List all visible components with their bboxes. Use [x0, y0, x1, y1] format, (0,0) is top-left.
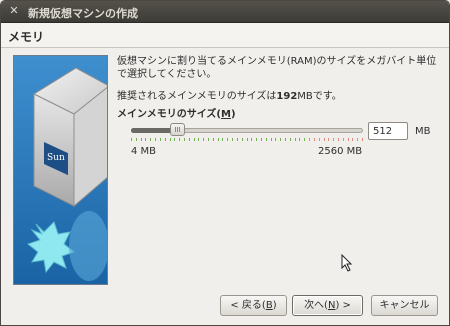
slider-tick — [203, 138, 204, 141]
close-icon[interactable]: ✕ — [7, 4, 21, 18]
slider-tick — [362, 138, 363, 141]
slider-tick — [348, 138, 349, 141]
back-button-key: B — [265, 300, 273, 311]
slider-tick — [261, 138, 262, 141]
text-cursor-icon — [341, 254, 353, 272]
window-title: 新規仮想マシンの作成 — [28, 7, 138, 20]
page-title: メモリ — [8, 30, 45, 44]
slider-tick — [174, 138, 175, 141]
slider-tick — [232, 138, 233, 141]
slider-tick — [165, 138, 166, 141]
back-button[interactable]: < 戻る(B) — [220, 295, 287, 316]
recommendation-value: 192 — [276, 91, 298, 102]
next-button-end: ) > — [335, 300, 351, 311]
recommendation-suffix: MBです。 — [297, 91, 342, 102]
slider-tick — [131, 138, 132, 141]
slider-tick — [328, 138, 329, 141]
slider-tick — [343, 138, 344, 141]
slider-tick — [266, 138, 267, 141]
slider-min-label: 4 MB — [131, 146, 157, 157]
slider-tick — [256, 138, 257, 141]
page-header: メモリ — [1, 23, 449, 48]
back-button-text: < 戻る( — [230, 300, 266, 311]
unit-label: MB — [415, 126, 431, 137]
slider-tick — [271, 138, 272, 141]
slider-tick — [141, 138, 142, 141]
slider-tick — [275, 138, 276, 141]
slider-tick — [213, 138, 214, 141]
virtualbox-logo-image: Sun — [13, 55, 108, 285]
slider-tick — [150, 138, 151, 141]
dialog-window: ✕ 新規仮想マシンの作成 メモリ Sun 仮想マシンに割り当てるメインメモリ(R… — [0, 0, 450, 326]
slider-tick — [242, 138, 243, 141]
slider-tick — [338, 138, 339, 141]
next-button[interactable]: 次へ(N) > — [292, 295, 363, 316]
slider-tick — [170, 138, 171, 141]
slider-tick — [280, 138, 281, 141]
slider-tick — [145, 138, 146, 141]
slider-max-label: 2560 MB — [318, 146, 363, 157]
slider-tick — [324, 138, 325, 141]
slider-ticks — [131, 138, 363, 141]
recommendation-prefix: 推奨されるメインメモリのサイズは — [117, 91, 277, 102]
memory-size-label-key: M — [220, 109, 231, 120]
slider-tick — [309, 138, 310, 141]
slider-tick — [227, 138, 228, 141]
slider-tick — [299, 138, 300, 141]
slider-tick — [136, 138, 137, 141]
slider-tick — [247, 138, 248, 141]
slider-tick — [160, 138, 161, 141]
memory-slider[interactable] — [131, 123, 363, 143]
recommendation-text: 推奨されるメインメモリのサイズは192MBです。 — [117, 87, 342, 102]
slider-tick — [194, 138, 195, 141]
slider-tick — [222, 138, 223, 141]
slider-thumb[interactable] — [170, 123, 185, 136]
slider-tick — [179, 138, 180, 141]
back-button-end: ) — [272, 300, 277, 311]
memory-size-input[interactable] — [368, 122, 408, 140]
memory-size-label-text: メインメモリのサイズ( — [117, 109, 221, 120]
slider-tick — [290, 138, 291, 141]
slider-tick — [184, 138, 185, 141]
slider-tick — [352, 138, 353, 141]
next-button-text: 次へ( — [304, 300, 328, 311]
slider-tick — [237, 138, 238, 141]
slider-tick — [208, 138, 209, 141]
slider-tick — [357, 138, 358, 141]
description-text: 仮想マシンに割り当てるメインメモリ(RAM)のサイズをメガバイト単位で選択してく… — [117, 56, 437, 80]
title-bar[interactable]: ✕ 新規仮想マシンの作成 — [1, 1, 449, 23]
slider-tick — [285, 138, 286, 141]
slider-tick — [251, 138, 252, 141]
slider-tick — [319, 138, 320, 141]
slider-tick — [295, 138, 296, 141]
slider-tick — [333, 138, 334, 141]
svg-text:Sun: Sun — [47, 153, 65, 163]
slider-tick — [314, 138, 315, 141]
memory-size-label-end: ) — [230, 109, 236, 120]
slider-tick — [155, 138, 156, 141]
slider-tick — [304, 138, 305, 141]
slider-tick — [198, 138, 199, 141]
slider-tick — [218, 138, 219, 141]
memory-size-label: メインメモリのサイズ(M) — [117, 105, 236, 120]
cancel-button[interactable]: キャンセル — [371, 295, 438, 316]
slider-tick — [189, 138, 190, 141]
